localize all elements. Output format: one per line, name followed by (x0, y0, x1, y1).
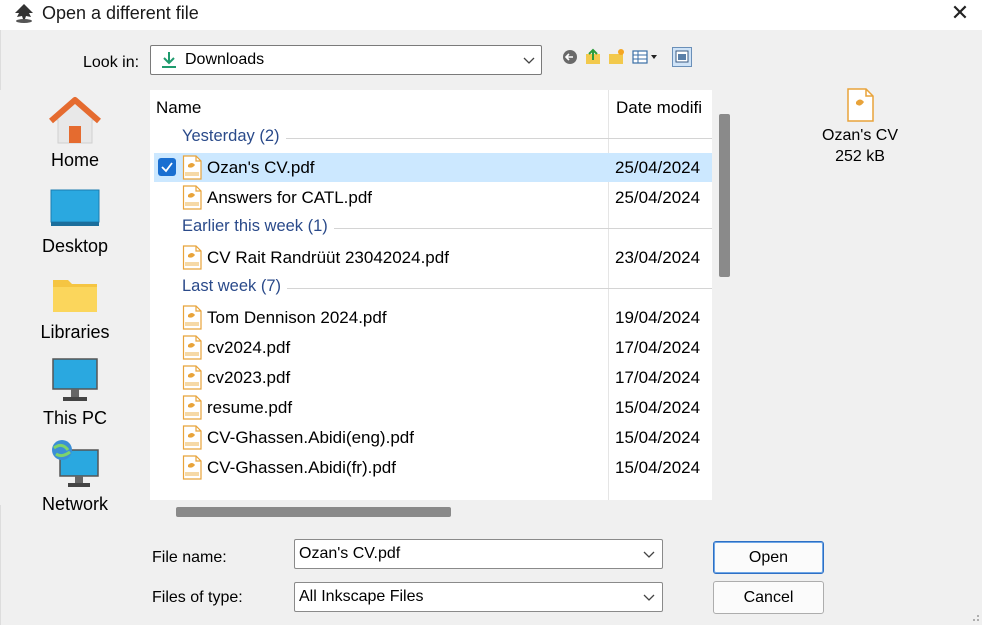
home-icon (49, 97, 101, 144)
file-type-select[interactable]: All Inkscape Files (294, 582, 663, 612)
pdf-file-icon (182, 305, 202, 330)
column-header-date[interactable]: Date modifi (616, 98, 712, 118)
file-name: resume.pdf (207, 398, 293, 417)
chevron-down-icon (523, 57, 535, 64)
file-name: CV Rait Randrüüt 23042024.pdf (207, 248, 449, 267)
preview-toggle-icon[interactable] (672, 46, 692, 68)
file-date: 25/04/2024 (615, 188, 701, 207)
pdf-file-icon (182, 245, 202, 270)
file-date: 15/04/2024 (615, 428, 701, 447)
chevron-down-icon (643, 594, 655, 601)
file-name: Answers for CATL.pdf (207, 188, 373, 207)
group-divider (334, 228, 712, 229)
file-row[interactable]: CV-Ghassen.Abidi(eng).pdf 15/04/2024 (154, 423, 712, 452)
up-folder-icon[interactable] (584, 46, 602, 68)
file-name: Ozan's CV.pdf (207, 158, 315, 177)
file-row[interactable]: CV-Ghassen.Abidi(fr).pdf 15/04/2024 (154, 453, 712, 482)
checkmark-icon (161, 162, 173, 173)
look-in-combo[interactable]: Downloads (150, 45, 542, 75)
file-type-value: All Inkscape Files (299, 588, 424, 605)
inkscape-icon (15, 4, 33, 23)
place-network[interactable]: Network (0, 438, 150, 515)
group-header[interactable]: Last week (7) (182, 277, 281, 296)
column-header-name[interactable]: Name (156, 98, 201, 118)
place-label: Home (50, 150, 99, 170)
open-button[interactable]: Open (713, 541, 824, 574)
file-row[interactable]: Tom Dennison 2024.pdf 19/04/2024 (154, 303, 712, 332)
file-row[interactable]: cv2024.pdf 17/04/2024 (154, 333, 712, 362)
place-label: Libraries (40, 322, 110, 342)
preview-file-size: 252 kB (835, 148, 885, 165)
places-sidebar: Home Desktop Libraries This PC Network (0, 90, 150, 514)
pdf-file-icon (182, 335, 202, 360)
back-icon[interactable] (561, 46, 579, 68)
file-name: cv2024.pdf (207, 338, 291, 357)
group-header[interactable]: Earlier this week (1) (182, 217, 328, 236)
file-row[interactable]: cv2023.pdf 17/04/2024 (154, 363, 712, 392)
place-desktop[interactable]: Desktop (0, 186, 150, 257)
place-label: Desktop (41, 236, 109, 256)
file-date: 25/04/2024 (615, 158, 701, 177)
file-date: 23/04/2024 (615, 248, 701, 267)
file-row[interactable]: resume.pdf 15/04/2024 (154, 393, 712, 422)
new-folder-icon[interactable] (607, 46, 625, 68)
file-date: 17/04/2024 (615, 368, 701, 387)
group-header[interactable]: Yesterday (2) (182, 127, 280, 146)
preview-file-name: Ozan's CV (822, 127, 898, 144)
file-name-label: File name: (152, 549, 227, 566)
place-libraries[interactable]: Libraries (0, 272, 150, 343)
file-name: CV-Ghassen.Abidi(fr).pdf (207, 458, 396, 477)
vertical-scrollbar-thumb[interactable] (719, 114, 730, 277)
look-in-value: Downloads (185, 51, 265, 68)
file-type-label: Files of type: (152, 589, 243, 606)
pdf-file-icon (182, 395, 202, 420)
pdf-file-icon (182, 455, 202, 480)
this-pc-icon (52, 358, 98, 401)
file-name-input[interactable]: Ozan's CV.pdf (294, 539, 663, 569)
dialog-title: Open a different file (42, 3, 199, 23)
file-date: 17/04/2024 (615, 338, 701, 357)
resize-grip-icon[interactable] (968, 612, 980, 624)
download-arrow-icon (162, 52, 176, 68)
place-label: This PC (42, 408, 107, 428)
pdf-file-icon (182, 155, 202, 180)
desktop-icon (50, 189, 100, 226)
file-date: 15/04/2024 (615, 458, 701, 477)
view-menu-icon[interactable] (631, 46, 663, 68)
chevron-down-icon[interactable] (643, 551, 655, 559)
file-list[interactable]: Name Date modifi Yesterday (2) Ozan's CV.… (150, 90, 712, 500)
file-date: 15/04/2024 (615, 398, 701, 417)
libraries-icon (53, 280, 97, 312)
file-name: CV-Ghassen.Abidi(eng).pdf (207, 428, 414, 447)
file-name: Tom Dennison 2024.pdf (207, 308, 387, 327)
place-this-pc[interactable]: This PC (0, 356, 150, 429)
cancel-button[interactable]: Cancel (713, 581, 824, 614)
pdf-file-icon (847, 88, 874, 122)
network-icon (52, 440, 99, 487)
group-divider (286, 138, 712, 139)
file-date: 19/04/2024 (615, 308, 701, 327)
pdf-file-icon (182, 365, 202, 390)
pdf-file-icon (182, 185, 202, 210)
pdf-file-icon (182, 425, 202, 450)
file-row[interactable]: Ozan's CV.pdf 25/04/2024 (154, 153, 712, 182)
look-in-label: Look in: (83, 54, 140, 71)
close-button[interactable]: ✕ (942, 0, 978, 28)
place-home[interactable]: Home (0, 96, 150, 171)
group-divider (287, 288, 712, 289)
file-row[interactable]: Answers for CATL.pdf 25/04/2024 (154, 183, 712, 212)
row-checkbox[interactable] (158, 158, 176, 176)
file-name-value: Ozan's CV.pdf (299, 545, 401, 562)
file-name: cv2023.pdf (207, 368, 291, 387)
file-row[interactable]: CV Rait Randrüüt 23042024.pdf 23/04/2024 (154, 243, 712, 272)
horizontal-scrollbar-thumb[interactable] (176, 507, 451, 517)
title-bar: Open a different file ✕ (0, 0, 982, 30)
place-label: Network (41, 494, 108, 514)
